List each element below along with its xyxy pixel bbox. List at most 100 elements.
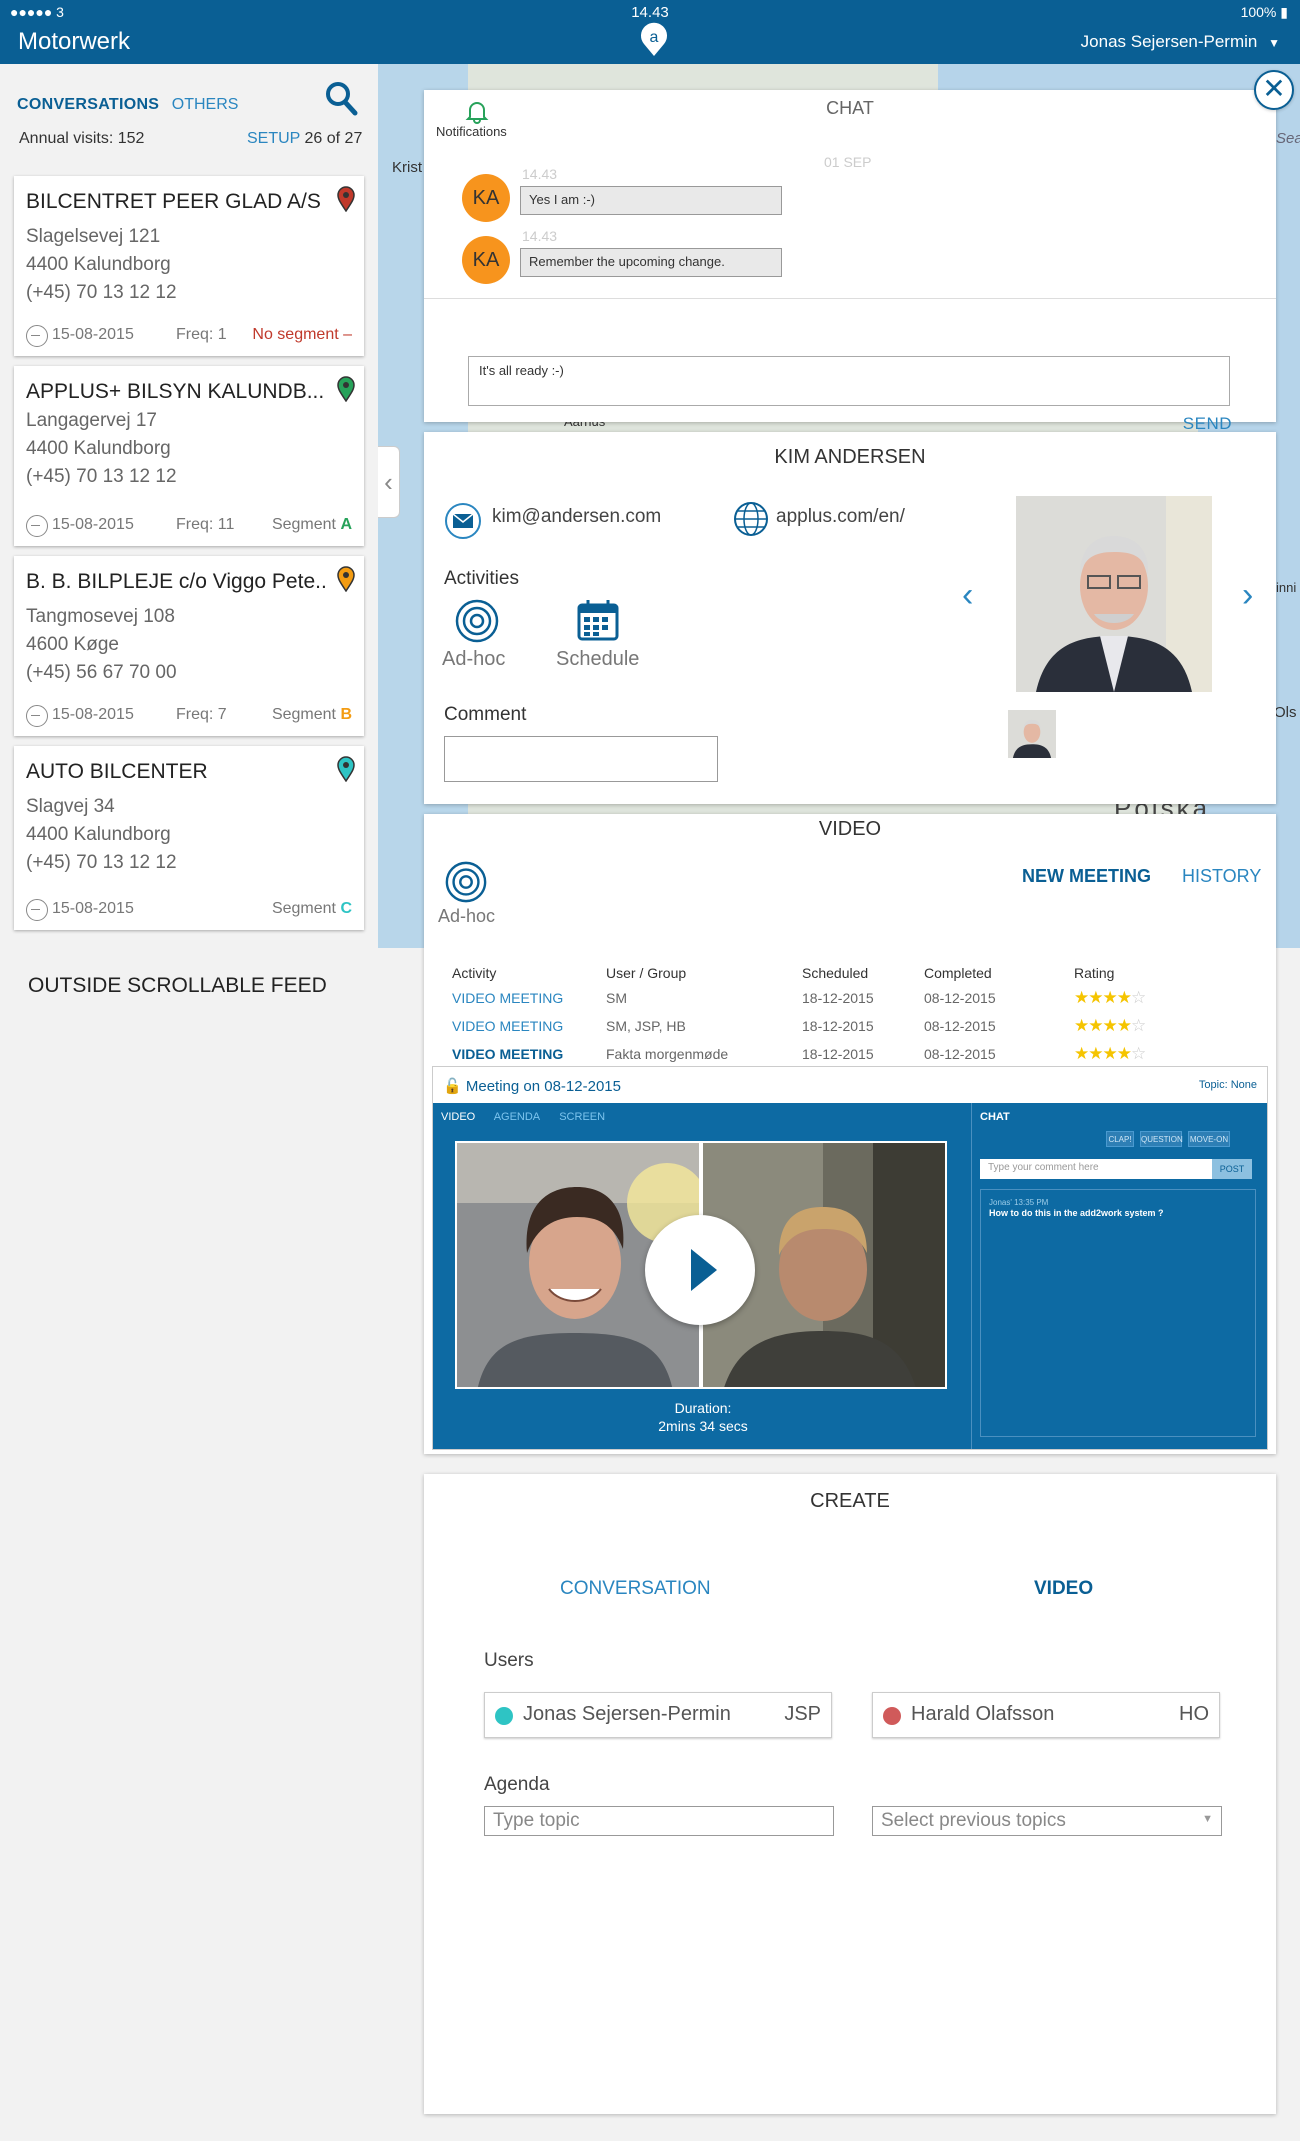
tab-conversation[interactable]: CONVERSATION <box>560 1578 711 1600</box>
email-icon[interactable] <box>444 502 482 540</box>
meeting-viewer: 🔓 Meeting on 08-12-2015 Topic: None VIDE… <box>432 1066 1268 1450</box>
contact-website[interactable]: applus.com/en/ <box>776 506 905 528</box>
tab-video[interactable]: VIDEO <box>1034 1578 1093 1600</box>
contact-photo-thumbnail[interactable] <box>1008 710 1056 758</box>
tab-screen[interactable]: SCREEN <box>559 1111 605 1123</box>
meeting-title[interactable]: 🔓 Meeting on 08-12-2015 <box>443 1077 621 1095</box>
table-row[interactable]: VIDEO MEETING SM, JSP, HB 18-12-2015 08-… <box>452 1012 1172 1040</box>
contact-name: KIM ANDERSEN <box>774 446 926 468</box>
activity-cell[interactable]: VIDEO MEETING <box>452 984 606 1012</box>
user-chip-initials: HO <box>1179 1703 1209 1725</box>
tab-video[interactable]: VIDEO <box>441 1111 475 1123</box>
history-tab[interactable]: HISTORY <box>1182 866 1261 887</box>
person-thumbnail-icon <box>1008 710 1056 758</box>
card-footer: 15-08-2015 Freq: 7 Segment B <box>26 705 352 727</box>
col-activity: Activity <box>452 965 497 981</box>
status-dot <box>495 1707 513 1725</box>
map-pin-icon <box>337 756 355 782</box>
contact-photo <box>1016 496 1212 692</box>
completed-cell: 08-12-2015 <box>924 1018 996 1034</box>
agenda-label: Agenda <box>484 1774 550 1795</box>
status-dot <box>883 1707 901 1725</box>
segment-label: Segment B <box>272 706 352 724</box>
chevron-right-icon[interactable]: › <box>1242 576 1253 615</box>
user-chip[interactable]: Harald Olafsson HO <box>872 1692 1220 1738</box>
adhoc-label[interactable]: Ad-hoc <box>438 906 495 927</box>
customer-card[interactable]: AUTO BILCENTER Slagvej 34 4400 Kalundbor… <box>14 746 364 930</box>
activity-schedule[interactable]: Schedule <box>556 648 639 671</box>
col-completed: Completed <box>924 965 992 981</box>
segment-letter: C <box>340 900 352 917</box>
target-icon[interactable] <box>454 598 500 644</box>
question-button[interactable]: QUESTION <box>1140 1131 1183 1147</box>
clap-button[interactable]: CLAP! <box>1106 1131 1134 1147</box>
battery-label: 100% <box>1240 4 1277 20</box>
notifications-label[interactable]: Notifications <box>436 124 507 139</box>
segment-text: Segment <box>271 516 336 533</box>
user-cell: SM, JSP, HB <box>606 1018 686 1034</box>
tab-agenda[interactable]: AGENDA <box>494 1111 540 1123</box>
previous-topics-select[interactable]: Select previous topics ▼ <box>872 1806 1222 1836</box>
customer-phone[interactable]: (+45) 70 13 12 12 <box>26 466 177 488</box>
customer-phone[interactable]: (+45) 70 13 12 12 <box>26 282 177 304</box>
customer-card[interactable]: B. B. BILPLEJE c/o Viggo Pete... Tangmos… <box>14 556 364 736</box>
contact-email[interactable]: kim@andersen.com <box>492 506 661 528</box>
comment-input[interactable] <box>444 736 718 782</box>
post-button[interactable]: POST <box>1212 1159 1252 1179</box>
activity-adhoc[interactable]: Ad-hoc <box>442 648 505 671</box>
globe-icon[interactable] <box>732 500 770 538</box>
tab-conversations[interactable]: CONVERSATIONS <box>17 96 159 113</box>
search-icon[interactable] <box>324 80 358 116</box>
segment-text: Segment <box>271 706 336 723</box>
move-on-button[interactable]: MOVE-ON <box>1188 1131 1230 1147</box>
meeting-title-text: Meeting on 08-12-2015 <box>465 1078 621 1095</box>
message-time: 14.43 <box>522 166 558 182</box>
customer-phone[interactable]: (+45) 70 13 12 12 <box>26 852 177 874</box>
activity-cell[interactable]: VIDEO MEETING <box>452 1040 606 1068</box>
table-row[interactable]: VIDEO MEETING Fakta morgenmøde 18-12-201… <box>452 1040 1172 1068</box>
calendar-icon[interactable] <box>576 598 620 642</box>
customer-card[interactable]: BILCENTRET PEER GLAD A/S Slagelsevej 121… <box>14 176 364 356</box>
customer-card[interactable]: APPLUS+ BILSYN KALUNDB... Langagervej 17… <box>14 366 364 546</box>
video-title: VIDEO <box>818 818 882 840</box>
app-logo-icon[interactable]: a <box>640 22 668 56</box>
outside-feed-label: OUTSIDE SCROLLABLE FEED <box>28 974 327 997</box>
visit-frequency: Freq: 7 <box>176 706 227 723</box>
meeting-chat-input[interactable]: Type your comment here <box>980 1159 1212 1179</box>
annual-visits: Annual visits: 152 <box>19 130 145 147</box>
tab-others[interactable]: OTHERS <box>172 96 239 113</box>
star-icon: ★★★★☆ <box>1074 1044 1146 1063</box>
chat-message-text: How to do this in the add2work system ? <box>989 1208 1164 1218</box>
segment-label: No segment – <box>252 326 352 343</box>
activity-cell[interactable]: VIDEO MEETING <box>452 1012 606 1040</box>
user-menu[interactable]: Jonas Sejersen-Permin ▼ <box>1081 32 1280 52</box>
rating-stars: ★★★★☆ <box>1074 1012 1172 1040</box>
setup-progress[interactable]: SETUP 26 of 27 <box>247 130 362 148</box>
meeting-topic: Topic: None <box>1198 1079 1257 1091</box>
customer-city: 4600 Køge <box>26 634 119 655</box>
customer-street: Langagervej 17 <box>26 410 157 431</box>
avatar: KA <box>462 174 510 222</box>
close-button[interactable]: ✕ <box>1254 70 1294 110</box>
target-icon[interactable] <box>444 860 488 904</box>
send-button[interactable]: SEND <box>1183 414 1232 434</box>
collapse-sidebar-button[interactable]: ‹ <box>378 446 400 518</box>
chat-panel: Notifications CHAT 01 SEP KA 14.43 Yes I… <box>424 90 1276 433</box>
user-chip[interactable]: Jonas Sejersen-Permin JSP <box>484 1692 832 1738</box>
play-button[interactable] <box>645 1215 755 1325</box>
star-empty-icon: ☆ <box>1130 988 1146 1007</box>
col-rating: Rating <box>1074 965 1115 981</box>
new-meeting-tab[interactable]: NEW MEETING <box>1022 866 1151 887</box>
last-visit-date: 15-08-2015 <box>26 515 134 537</box>
chevron-left-icon[interactable]: ‹ <box>962 576 973 615</box>
create-panel: CREATE CONVERSATION VIDEO Users Jonas Se… <box>424 1474 1276 2114</box>
map-pin-icon <box>337 566 355 592</box>
scheduled-cell: 18-12-2015 <box>802 990 874 1006</box>
table-row[interactable]: VIDEO MEETING SM 18-12-2015 08-12-2015 ★… <box>452 984 1172 1012</box>
card-footer: 15-08-2015 Freq: 1 No segment – <box>26 325 352 347</box>
customer-street: Slagelsevej 121 <box>26 226 161 247</box>
rating-stars: ★★★★☆ <box>1074 984 1172 1012</box>
chat-message-input[interactable]: It's all ready :-) <box>468 356 1230 406</box>
customer-phone[interactable]: (+45) 56 67 70 00 <box>26 662 177 684</box>
topic-input[interactable]: Type topic <box>484 1806 834 1836</box>
